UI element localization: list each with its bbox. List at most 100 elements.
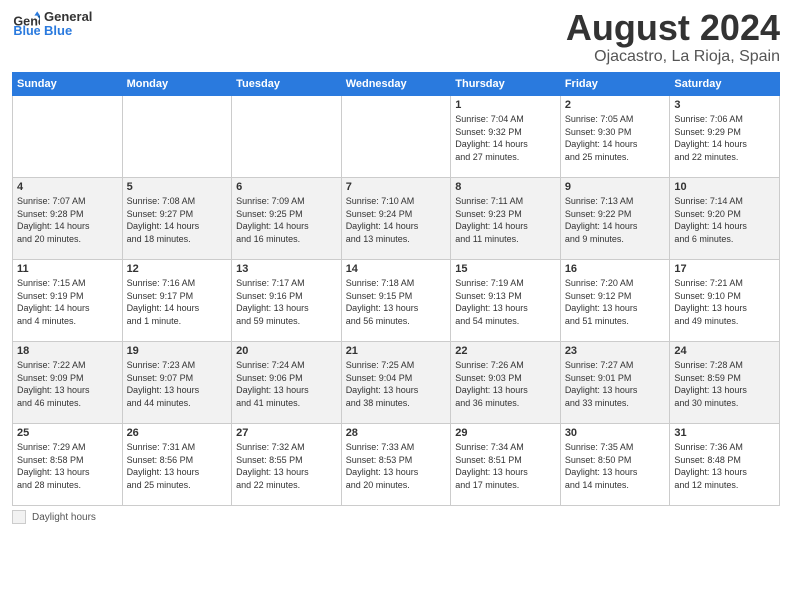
day-number: 5: [127, 181, 228, 193]
footer: Daylight hours: [12, 510, 780, 524]
page-container: General Blue General Blue August 2024 Oj…: [0, 0, 792, 532]
day-info: Sunrise: 7:35 AM Sunset: 8:50 PM Dayligh…: [565, 441, 666, 491]
day-cell: 17Sunrise: 7:21 AM Sunset: 9:10 PM Dayli…: [670, 260, 780, 342]
day-info: Sunrise: 7:16 AM Sunset: 9:17 PM Dayligh…: [127, 277, 228, 327]
day-cell: 15 Sunrise: 7:19 AM Sunset: 9:13 PM Dayli…: [451, 260, 561, 342]
day-cell: 27Sunrise: 7:32 AM Sunset: 8:55 PM Dayli…: [232, 424, 342, 506]
day-number: 29: [455, 427, 556, 439]
day-number: 15: [455, 263, 556, 275]
day-number: 31: [674, 427, 775, 439]
logo-blue-text: Blue: [44, 24, 92, 38]
day-info: Sunrise: 7:13 AM Sunset: 9:22 PM Dayligh…: [565, 195, 666, 245]
day-number: 25: [17, 427, 118, 439]
day-cell: 2Sunrise: 7:05 AM Sunset: 9:30 PM Daylig…: [560, 96, 670, 178]
day-cell: 19 Sunrise: 7:23 AM Sunset: 9:07 PM Dayli…: [122, 342, 232, 424]
day-number: 22: [455, 345, 556, 357]
day-cell: 3Sunrise: 7:06 AM Sunset: 9:29 PM Daylig…: [670, 96, 780, 178]
day-number: 28: [346, 427, 447, 439]
day-number: 9: [565, 181, 666, 193]
day-info: Sunrise: 7:28 AM Sunset: 8:59 PM Dayligh…: [674, 359, 775, 409]
day-number: 19: [127, 345, 228, 357]
day-number: 11: [17, 263, 118, 275]
day-number: 13: [236, 263, 337, 275]
day-cell: 9 Sunrise: 7:13 AM Sunset: 9:22 PM Daylig…: [560, 178, 670, 260]
day-cell: [13, 96, 123, 178]
day-cell: 22 Sunrise: 7:26 AM Sunset: 9:03 PM Dayli…: [451, 342, 561, 424]
day-cell: 1Sunrise: 7:04 AM Sunset: 9:32 PM Daylig…: [451, 96, 561, 178]
header-tuesday: Tuesday: [232, 73, 342, 96]
day-number: 27: [236, 427, 337, 439]
day-number: 23: [565, 345, 666, 357]
day-info: Sunrise: 7:31 AM Sunset: 8:56 PM Dayligh…: [127, 441, 228, 491]
day-number: 12: [127, 263, 228, 275]
day-info: Sunrise: 7:09 AM Sunset: 9:25 PM Dayligh…: [236, 195, 337, 245]
header-monday: Monday: [122, 73, 232, 96]
day-cell: 10 Sunrise: 7:14 AM Sunset: 9:20 PM Dayli…: [670, 178, 780, 260]
day-cell: 6 Sunrise: 7:09 AM Sunset: 9:25 PM Daylig…: [232, 178, 342, 260]
day-info: Sunrise: 7:26 AM Sunset: 9:03 PM Dayligh…: [455, 359, 556, 409]
day-number: 16: [565, 263, 666, 275]
logo-general-text: General: [44, 10, 92, 24]
day-info: Sunrise: 7:14 AM Sunset: 9:20 PM Dayligh…: [674, 195, 775, 245]
calendar-table: SundayMondayTuesdayWednesdayThursdayFrid…: [12, 72, 780, 506]
day-cell: 31 Sunrise: 7:36 AM Sunset: 8:48 PM Dayli…: [670, 424, 780, 506]
day-number: 6: [236, 181, 337, 193]
day-cell: 14 Sunrise: 7:18 AM Sunset: 9:15 PM Dayli…: [341, 260, 451, 342]
day-info: Sunrise: 7:05 AM Sunset: 9:30 PM Dayligh…: [565, 113, 666, 163]
day-cell: 12 Sunrise: 7:16 AM Sunset: 9:17 PM Dayli…: [122, 260, 232, 342]
day-cell: 7 Sunrise: 7:10 AM Sunset: 9:24 PM Daylig…: [341, 178, 451, 260]
day-number: 10: [674, 181, 775, 193]
header-saturday: Saturday: [670, 73, 780, 96]
day-cell: 16Sunrise: 7:20 AM Sunset: 9:12 PM Dayli…: [560, 260, 670, 342]
day-info: Sunrise: 7:22 AM Sunset: 9:09 PM Dayligh…: [17, 359, 118, 409]
daylight-label: Daylight hours: [32, 512, 96, 523]
header: General Blue General Blue August 2024 Oj…: [12, 10, 780, 66]
day-cell: 4 Sunrise: 7:07 AM Sunset: 9:28 PM Daylig…: [13, 178, 123, 260]
day-number: 14: [346, 263, 447, 275]
day-info: Sunrise: 7:04 AM Sunset: 9:32 PM Dayligh…: [455, 113, 556, 163]
day-info: Sunrise: 7:10 AM Sunset: 9:24 PM Dayligh…: [346, 195, 447, 245]
day-number: 30: [565, 427, 666, 439]
day-info: Sunrise: 7:11 AM Sunset: 9:23 PM Dayligh…: [455, 195, 556, 245]
day-number: 4: [17, 181, 118, 193]
day-info: Sunrise: 7:07 AM Sunset: 9:28 PM Dayligh…: [17, 195, 118, 245]
week-row-4: 18 Sunrise: 7:22 AM Sunset: 9:09 PM Dayli…: [13, 342, 780, 424]
day-cell: 5Sunrise: 7:08 AM Sunset: 9:27 PM Daylig…: [122, 178, 232, 260]
day-info: Sunrise: 7:24 AM Sunset: 9:06 PM Dayligh…: [236, 359, 337, 409]
day-cell: 8Sunrise: 7:11 AM Sunset: 9:23 PM Daylig…: [451, 178, 561, 260]
header-thursday: Thursday: [451, 73, 561, 96]
day-cell: 24 Sunrise: 7:28 AM Sunset: 8:59 PM Dayli…: [670, 342, 780, 424]
day-info: Sunrise: 7:18 AM Sunset: 9:15 PM Dayligh…: [346, 277, 447, 327]
header-wednesday: Wednesday: [341, 73, 451, 96]
day-number: 17: [674, 263, 775, 275]
daylight-box: [12, 510, 26, 524]
day-cell: [232, 96, 342, 178]
day-number: 18: [17, 345, 118, 357]
title-block: August 2024 Ojacastro, La Rioja, Spain: [566, 10, 780, 66]
day-number: 7: [346, 181, 447, 193]
day-cell: 21 Sunrise: 7:25 AM Sunset: 9:04 PM Dayli…: [341, 342, 451, 424]
logo: General Blue General Blue: [12, 10, 92, 39]
header-friday: Friday: [560, 73, 670, 96]
month-title: August 2024: [566, 10, 780, 46]
header-sunday: Sunday: [13, 73, 123, 96]
day-info: Sunrise: 7:19 AM Sunset: 9:13 PM Dayligh…: [455, 277, 556, 327]
logo-icon: General Blue: [12, 10, 40, 38]
day-cell: 25Sunrise: 7:29 AM Sunset: 8:58 PM Dayli…: [13, 424, 123, 506]
day-number: 26: [127, 427, 228, 439]
week-row-3: 11Sunrise: 7:15 AM Sunset: 9:19 PM Dayli…: [13, 260, 780, 342]
day-info: Sunrise: 7:25 AM Sunset: 9:04 PM Dayligh…: [346, 359, 447, 409]
day-info: Sunrise: 7:23 AM Sunset: 9:07 PM Dayligh…: [127, 359, 228, 409]
day-cell: 13 Sunrise: 7:17 AM Sunset: 9:16 PM Dayli…: [232, 260, 342, 342]
day-info: Sunrise: 7:34 AM Sunset: 8:51 PM Dayligh…: [455, 441, 556, 491]
week-row-1: 1Sunrise: 7:04 AM Sunset: 9:32 PM Daylig…: [13, 96, 780, 178]
week-row-2: 4 Sunrise: 7:07 AM Sunset: 9:28 PM Daylig…: [13, 178, 780, 260]
day-info: Sunrise: 7:17 AM Sunset: 9:16 PM Dayligh…: [236, 277, 337, 327]
day-info: Sunrise: 7:36 AM Sunset: 8:48 PM Dayligh…: [674, 441, 775, 491]
day-number: 3: [674, 99, 775, 111]
day-number: 21: [346, 345, 447, 357]
day-cell: [122, 96, 232, 178]
day-number: 24: [674, 345, 775, 357]
day-cell: 11Sunrise: 7:15 AM Sunset: 9:19 PM Dayli…: [13, 260, 123, 342]
calendar-header-row: SundayMondayTuesdayWednesdayThursdayFrid…: [13, 73, 780, 96]
